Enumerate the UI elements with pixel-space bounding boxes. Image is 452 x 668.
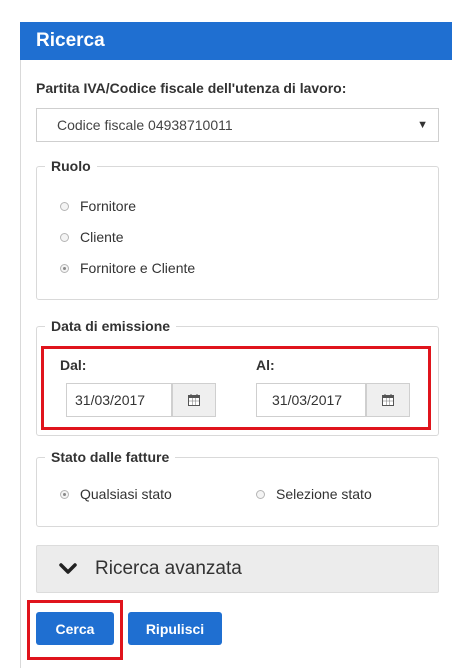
date-from-input[interactable]: 31/03/2017 — [66, 383, 172, 417]
radio-label: Fornitore — [80, 198, 137, 214]
advanced-search-label: Ricerca avanzata — [95, 558, 242, 579]
radio-icon — [60, 232, 69, 242]
ruolo-legend: Ruolo — [51, 158, 91, 174]
radio-qualsiasi-stato[interactable]: Qualsiasi stato — [60, 486, 172, 502]
radio-selezione-stato[interactable]: Selezione stato — [256, 486, 372, 502]
piva-select[interactable]: Codice fiscale 04938710011 ▼ — [36, 108, 439, 142]
radio-icon — [60, 201, 69, 211]
radio-cliente[interactable]: Cliente — [60, 229, 124, 245]
calendar-icon — [382, 394, 394, 406]
advanced-search-toggle[interactable]: Ricerca avanzata — [36, 545, 439, 593]
radio-label: Fornitore e Cliente — [80, 260, 196, 276]
date-from-label: Dal: — [60, 357, 87, 373]
date-to-calendar-button[interactable] — [366, 383, 410, 417]
piva-label: Partita IVA/Codice fiscale dell'utenza d… — [36, 80, 347, 96]
chevron-down-icon — [59, 563, 77, 574]
radio-icon — [256, 489, 265, 499]
calendar-icon — [188, 394, 200, 406]
radio-checked-icon — [60, 489, 69, 499]
date-to-input[interactable]: 31/03/2017 — [256, 383, 366, 417]
radio-label: Cliente — [80, 229, 124, 245]
date-from-calendar-button[interactable] — [172, 383, 216, 417]
radio-label: Qualsiasi stato — [80, 486, 172, 502]
reset-button[interactable]: Ripulisci — [128, 612, 222, 645]
radio-label: Selezione stato — [276, 486, 372, 502]
radio-fornitore[interactable]: Fornitore — [60, 198, 136, 214]
search-button[interactable]: Cerca — [36, 612, 114, 645]
stato-legend: Stato dalle fatture — [51, 449, 170, 465]
piva-select-value: Codice fiscale 04938710011 — [57, 117, 233, 133]
data-emissione-legend: Data di emissione — [51, 318, 171, 334]
chevron-down-icon: ▼ — [417, 119, 428, 131]
radio-checked-icon — [60, 263, 69, 273]
radio-fornitore-e-cliente[interactable]: Fornitore e Cliente — [60, 260, 195, 276]
panel-title: Ricerca — [20, 22, 452, 60]
date-to-label: Al: — [256, 357, 275, 373]
